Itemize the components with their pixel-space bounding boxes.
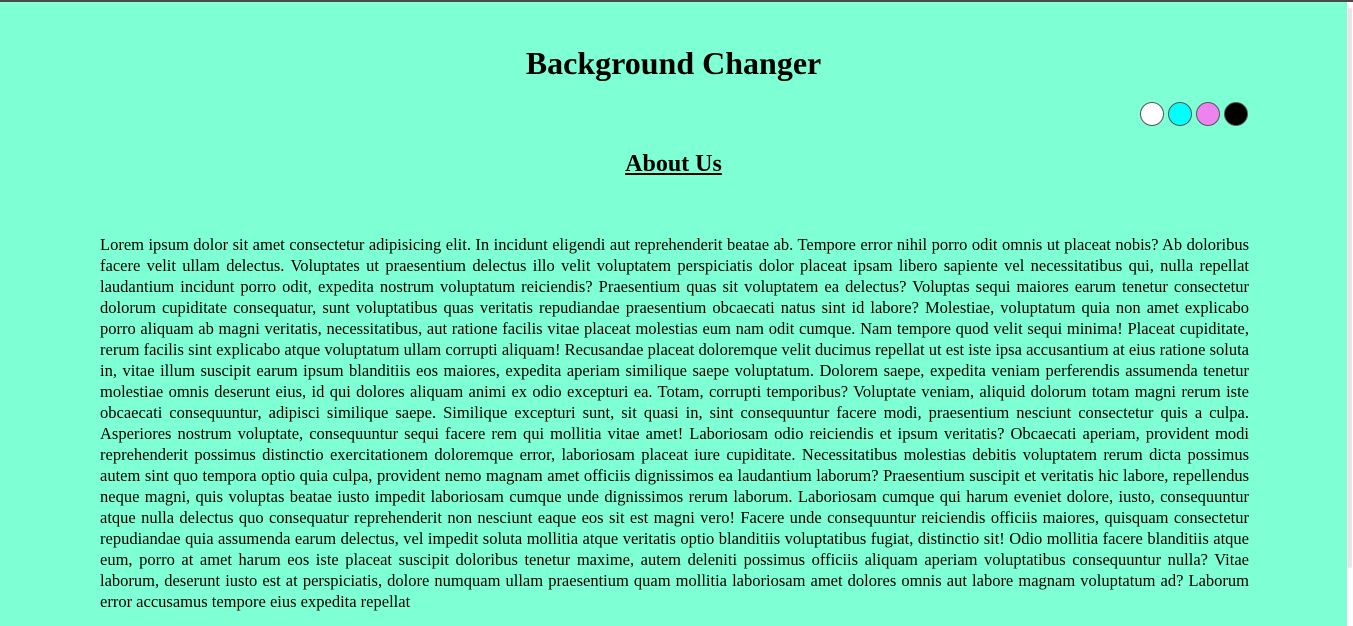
section-heading: About Us: [625, 151, 722, 177]
page-body: Background Changer About Us Lorem ipsum …: [0, 2, 1347, 626]
swatch-black-button[interactable]: [1224, 102, 1248, 126]
swatch-cyan-button[interactable]: [1168, 102, 1192, 126]
scrollbar-thumb[interactable]: [1348, 8, 1352, 568]
vertical-scrollbar[interactable]: [1347, 2, 1353, 626]
about-paragraph: Lorem ipsum dolor sit amet consectetur a…: [100, 235, 1249, 611]
swatch-violet-button[interactable]: [1196, 102, 1220, 126]
page-title: Background Changer: [525, 45, 822, 81]
swatch-white-button[interactable]: [1140, 102, 1164, 126]
color-swatch-group: [1140, 102, 1248, 126]
